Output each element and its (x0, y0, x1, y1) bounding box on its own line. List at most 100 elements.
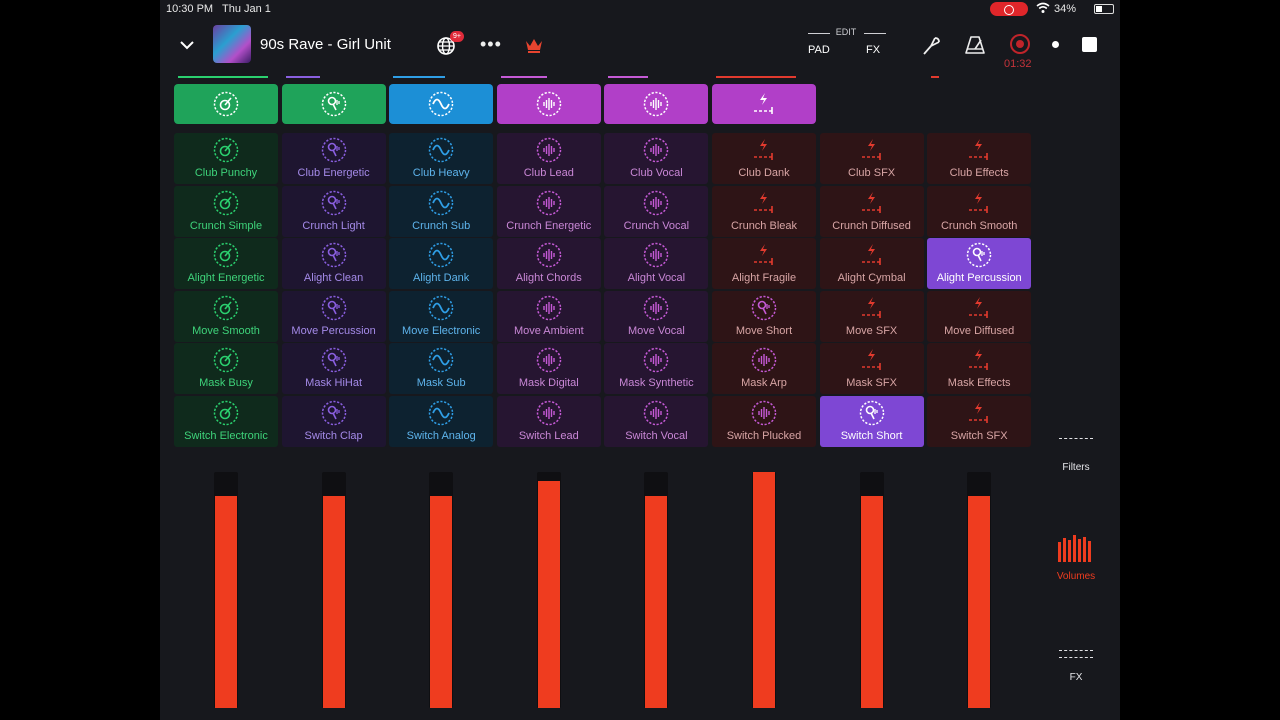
pad-button[interactable]: Switch Electronic (174, 396, 278, 447)
pad-button[interactable]: Move Vocal (604, 290, 709, 342)
volume-fader[interactable] (429, 472, 454, 708)
crown-icon[interactable] (524, 36, 544, 54)
pad-label: Move Ambient (513, 324, 584, 337)
filters-tab[interactable]: Filters (1040, 462, 1112, 473)
pad-button[interactable]: Crunch Energetic (496, 185, 601, 237)
pad-button[interactable]: Switch Short (819, 396, 924, 447)
wave-icon (428, 190, 454, 215)
volume-fader[interactable] (536, 472, 561, 708)
wave-icon (428, 295, 454, 321)
pad-button[interactable]: Move Smooth (174, 290, 278, 342)
volume-fader[interactable] (214, 472, 238, 708)
pad-button[interactable]: Switch Plucked (712, 396, 816, 447)
pad-button[interactable]: Crunch Light (281, 185, 386, 237)
pad-button[interactable]: Club Vocal (604, 133, 709, 184)
pad-label: Move Smooth (192, 324, 260, 337)
pad-button[interactable]: Move Short (712, 290, 816, 342)
pad-button[interactable]: Move Diffused (927, 290, 1032, 342)
volume-fader[interactable] (859, 472, 884, 708)
column-trigger-button[interactable] (281, 84, 386, 124)
pad-button[interactable]: Switch SFX (927, 396, 1032, 447)
chevron-down-icon[interactable] (178, 36, 196, 54)
pad-button[interactable]: Club Dank (712, 133, 816, 184)
pad-button[interactable]: Mask Synthetic (604, 343, 709, 395)
pad-button[interactable]: Crunch Sub (389, 185, 494, 237)
column-indicator-line (500, 76, 547, 78)
edit-pad-button[interactable]: PAD (808, 44, 830, 56)
pad-button[interactable]: Alight Vocal (604, 238, 709, 290)
status-bar: 10:30 PM Thu Jan 1 34% (160, 0, 1120, 18)
pad-button[interactable]: Alight Chords (496, 238, 601, 290)
pad-label: Switch Vocal (625, 430, 688, 442)
fx-tab[interactable]: FX (1040, 672, 1112, 683)
pad-button[interactable]: Move Ambient (496, 290, 601, 342)
record-button[interactable] (1010, 34, 1030, 54)
pad-button[interactable]: Club Heavy (389, 133, 494, 184)
pad-button[interactable]: Club Punchy (174, 133, 278, 184)
stop-button[interactable] (1082, 37, 1097, 52)
column-trigger-button[interactable] (496, 84, 601, 124)
column-trigger-button[interactable] (712, 84, 816, 124)
pad-button[interactable]: Mask HiHat (281, 343, 386, 395)
fx-icon (754, 93, 773, 114)
sample-icon (644, 400, 669, 426)
pad-button[interactable]: Alight Dank (389, 238, 494, 290)
metronome-icon[interactable] (964, 34, 986, 56)
pad-button[interactable]: Club Effects (927, 133, 1032, 184)
album-art[interactable] (213, 25, 251, 63)
fx-icon (969, 296, 988, 318)
volume-fader[interactable] (967, 472, 992, 708)
sample-icon (751, 400, 777, 426)
loop-dot-button[interactable] (1052, 41, 1059, 48)
volume-fader[interactable] (752, 472, 776, 708)
volume-fader-fill (645, 496, 668, 708)
pad-label: Crunch Energetic (506, 219, 592, 232)
pad-label: Mask Synthetic (619, 377, 694, 390)
pad-button[interactable]: Club Lead (496, 133, 601, 184)
pad-button[interactable]: Mask Effects (927, 343, 1032, 395)
pad-button[interactable]: Mask SFX (819, 343, 924, 395)
pad-button[interactable]: Alight Cymbal (819, 238, 924, 290)
pad-button[interactable]: Mask Digital (496, 343, 601, 395)
pad-button[interactable]: Mask Sub (389, 343, 494, 395)
pad-button[interactable]: Crunch Bleak (712, 185, 816, 237)
pad-label: Alight Fragile (731, 272, 797, 285)
pad-button[interactable]: Crunch Vocal (604, 185, 709, 237)
pad-button[interactable]: Club SFX (819, 133, 924, 184)
column-trigger-button[interactable] (604, 84, 709, 124)
voice-icon (966, 242, 992, 268)
pad-button[interactable]: Alight Percussion (927, 238, 1032, 290)
pad-button[interactable]: Alight Energetic (174, 238, 278, 290)
pad-button[interactable]: Alight Clean (281, 238, 386, 290)
pad-label: Switch Plucked (726, 430, 802, 442)
column-trigger-button[interactable] (389, 84, 494, 124)
more-options-icon[interactable]: ••• (480, 34, 502, 55)
pad-button[interactable]: Switch Clap (281, 396, 386, 447)
volumes-icon[interactable] (1058, 532, 1094, 562)
drum-icon (213, 242, 239, 268)
screen-recording-indicator[interactable] (990, 2, 1028, 16)
pad-button[interactable]: Crunch Smooth (927, 185, 1032, 237)
pad-button[interactable]: Switch Vocal (604, 396, 709, 447)
pad-button[interactable]: Mask Arp (712, 343, 816, 395)
volume-fader[interactable] (321, 472, 346, 708)
tuning-fork-icon[interactable] (920, 34, 942, 56)
voice-icon (321, 348, 346, 373)
column-trigger-button[interactable] (174, 84, 278, 124)
pad-button[interactable]: Switch Lead (496, 396, 601, 447)
pad-button[interactable]: Alight Fragile (712, 238, 816, 290)
edit-fx-button[interactable]: FX (866, 44, 880, 56)
pad-button[interactable]: Move Electronic (389, 290, 494, 342)
filters-icon[interactable] (1059, 438, 1093, 439)
pad-button[interactable]: Crunch Simple (174, 185, 278, 237)
pad-button[interactable]: Move SFX (819, 290, 924, 342)
pad-button[interactable]: Crunch Diffused (819, 185, 924, 237)
volumes-tab[interactable]: Volumes (1040, 571, 1112, 582)
fx-icon-line-2[interactable] (1059, 657, 1093, 658)
song-title[interactable]: 90s Rave - Girl Unit (260, 36, 391, 53)
volume-fader[interactable] (644, 472, 669, 708)
pad-button[interactable]: Move Percussion (281, 290, 386, 342)
pad-button[interactable]: Switch Analog (389, 396, 494, 447)
pad-button[interactable]: Club Energetic (281, 133, 386, 184)
pad-button[interactable]: Mask Busy (174, 343, 278, 395)
